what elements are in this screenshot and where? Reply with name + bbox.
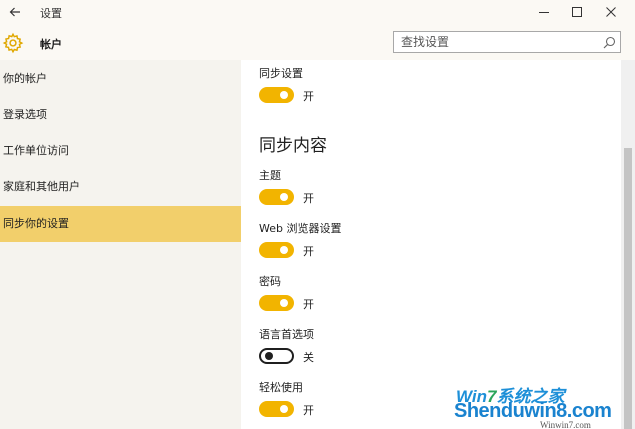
passwords-label: 密码 — [259, 275, 281, 288]
sidebar-item-your-account[interactable]: 你的帐户 — [0, 61, 241, 97]
page-title: 帐户 — [40, 38, 62, 51]
sidebar-item-sign-in-options[interactable]: 登录选项 — [0, 97, 241, 133]
sync-settings-toggle[interactable] — [259, 87, 294, 103]
theme-toggle[interactable] — [259, 189, 294, 205]
back-button[interactable] — [6, 3, 24, 21]
sidebar: 你的帐户 登录选项 工作单位访问 家庭和其他用户 同步你的设置 — [0, 60, 241, 429]
gear-icon — [2, 32, 24, 54]
watermark-line3: Winwin7.com — [540, 420, 591, 429]
theme-label: 主题 — [259, 169, 281, 182]
page-header: 帐户 — [0, 26, 635, 60]
sidebar-item-family-other-users[interactable]: 家庭和其他用户 — [0, 169, 241, 205]
maximize-icon — [572, 7, 582, 17]
ease-of-access-label: 轻松使用 — [259, 381, 303, 394]
language-state: 关 — [303, 351, 314, 364]
watermark: Win7系统之家 Shenduwin8.com Winwin7.com — [454, 380, 635, 429]
toggle-knob — [280, 405, 288, 413]
sidebar-item-sync-settings[interactable]: 同步你的设置 — [0, 206, 241, 242]
passwords-state: 开 — [303, 298, 314, 311]
close-icon — [606, 7, 616, 17]
language-label: 语言首选项 — [259, 328, 314, 341]
close-button[interactable] — [594, 0, 628, 24]
theme-state: 开 — [303, 192, 314, 205]
search-box[interactable] — [393, 31, 621, 53]
ease-of-access-state: 开 — [303, 404, 314, 417]
toggle-knob — [280, 246, 288, 254]
language-toggle[interactable] — [259, 348, 294, 364]
search-input[interactable] — [394, 32, 594, 52]
sync-settings-label: 同步设置 — [259, 67, 303, 80]
ease-of-access-toggle[interactable] — [259, 401, 294, 417]
minimize-icon — [539, 12, 549, 13]
web-browser-toggle[interactable] — [259, 242, 294, 258]
minimize-button[interactable] — [527, 0, 561, 24]
section-heading: 同步内容 — [259, 136, 327, 156]
maximize-button[interactable] — [560, 0, 594, 24]
passwords-toggle[interactable] — [259, 295, 294, 311]
toggle-knob — [280, 299, 288, 307]
sync-settings-state: 开 — [303, 90, 314, 103]
sidebar-item-work-access[interactable]: 工作单位访问 — [0, 133, 241, 169]
title-bar: 设置 — [0, 0, 635, 26]
search-icon[interactable] — [603, 36, 616, 49]
toggle-knob — [280, 193, 288, 201]
arrow-left-icon — [9, 7, 20, 17]
web-browser-label: Web 浏览器设置 — [259, 222, 342, 235]
scrollbar[interactable] — [621, 60, 635, 429]
content-pane — [241, 60, 621, 429]
toggle-knob — [280, 91, 288, 99]
window-title: 设置 — [40, 7, 62, 20]
toggle-knob — [265, 352, 273, 360]
web-browser-state: 开 — [303, 245, 314, 258]
